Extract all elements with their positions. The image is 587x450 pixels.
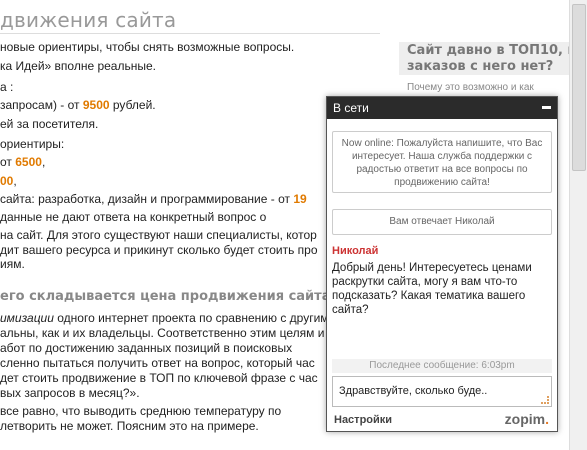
line-text: запросам) - от <box>0 98 83 112</box>
line-text: абот по достижению заданных позиций в по… <box>0 341 293 355</box>
minimize-icon[interactable] <box>542 106 551 109</box>
line-text: дит вашего ресурса и прикинут сколько бу… <box>0 243 318 257</box>
article-line: альны, как и их владельцы. Соответственн… <box>0 326 324 340</box>
article-line: а : <box>0 80 13 94</box>
article-line: запросам) - от 9500 рублей. <box>0 98 156 112</box>
article-subheading: его складывается цена продвижения сайта <box>0 289 331 304</box>
page-scrollbar[interactable] <box>569 0 587 450</box>
line-text: новые ориентиры, чтобы снять возможные в… <box>0 40 295 54</box>
article-line: ка Идей» вполне реальные. <box>0 59 156 73</box>
line-text: а : <box>0 80 14 94</box>
line-text: на сайт. Для этого существуют наши специ… <box>0 228 317 242</box>
article-line: новые ориентиры, чтобы снять возможные в… <box>0 40 294 54</box>
line-text: , <box>41 155 46 169</box>
article-line: сайта: разработка, дизайн и программиров… <box>0 192 307 206</box>
line-text: дет стоить продвижение в ТОП по ключевой… <box>0 371 318 385</box>
last-message-time: Последнее сообщение: 6:03pm <box>332 359 552 373</box>
price-highlight: 9500 <box>82 98 110 112</box>
line-text: ей за посетителя. <box>0 117 99 131</box>
welcome-message: Now online: Пожалуйста напишите, что Вас… <box>332 131 552 193</box>
article-line: на сайт. Для этого существуют наши специ… <box>0 228 317 242</box>
chat-widget: В сети Now online: Пожалуйста напишите, … <box>326 96 558 432</box>
scrollbar-thumb[interactable] <box>572 4 586 171</box>
line-text: сайта: разработка, дизайн и программиров… <box>0 192 294 206</box>
article-line: ей за посетителя. <box>0 117 98 131</box>
agent-name: Николай <box>332 245 379 257</box>
sidebar-promo-title-line2[interactable]: заказов с него нет? <box>407 59 585 75</box>
article-line: дит вашего ресурса и прикинут сколько бу… <box>0 243 318 257</box>
sidebar-promo-title-line1[interactable]: Сайт давно в ТОП10, но <box>407 43 585 59</box>
chat-footer: Настройки zopim. <box>327 410 557 430</box>
article-line: данные не дают ответа на конкретный вопр… <box>0 210 266 224</box>
sidebar-promo-text: Почему это возможно и как <box>407 82 534 93</box>
price-highlight: 6500 <box>15 155 42 169</box>
chat-input-value[interactable]: Здравствуйте, сколько буде.. <box>339 385 487 397</box>
page-title: движения сайта <box>0 8 177 32</box>
article-line: от 6500, <box>0 155 45 169</box>
settings-link[interactable]: Настройки <box>334 414 392 426</box>
article-line: имизации одного интернет проекта по срав… <box>0 311 329 325</box>
line-text: , <box>13 174 17 188</box>
line-text: сленно пытаться получить ответ на вопрос… <box>0 356 315 370</box>
line-text: одного интернет проекта по сравнению с д… <box>53 311 329 325</box>
article-line: иям. <box>0 257 25 271</box>
price-highlight: 00 <box>0 174 14 188</box>
article-line: дет стоить продвижение в ТОП по ключевой… <box>0 371 318 385</box>
italic-text: имизации <box>0 311 54 325</box>
line-text: ка Идей» вполне реальные. <box>0 59 156 73</box>
price-highlight: 19 <box>293 192 307 206</box>
title-divider <box>0 33 380 34</box>
line-text: иям. <box>0 257 25 271</box>
chat-message-input[interactable]: Здравствуйте, сколько буде.. <box>332 376 552 407</box>
line-text: ориентиры: <box>0 137 65 151</box>
zopim-logo[interactable]: zopim. <box>505 411 549 427</box>
agent-assigned-notice: Вам отвечает Николай <box>332 209 552 235</box>
line-text: летворить не может. Поясним это на приме… <box>0 419 259 433</box>
line-text: от <box>0 155 16 169</box>
line-text: вых запросов в месяц?». <box>0 386 140 400</box>
chat-header[interactable]: В сети <box>327 97 557 119</box>
sidebar-promo-title[interactable]: Сайт давно в ТОП10, но заказов с него не… <box>407 43 585 75</box>
article-line: сленно пытаться получить ответ на вопрос… <box>0 356 315 370</box>
article-line: 00, <box>0 174 17 188</box>
agent-message: Добрый день! Интересуетесь ценами раскру… <box>332 262 532 316</box>
article-line: все равно, что выводить среднюю температ… <box>0 404 281 418</box>
brand-name[interactable]: zopim <box>505 411 545 427</box>
resize-handle-icon[interactable] <box>541 396 549 404</box>
line-text: данные не дают ответа на конкретный вопр… <box>0 210 267 224</box>
article-line: абот по достижению заданных позиций в по… <box>0 341 292 355</box>
article-line: летворить не может. Поясним это на приме… <box>0 419 259 433</box>
line-text: альны, как и их владельцы. Соответственн… <box>0 326 325 340</box>
article-line: вых запросов в месяц?». <box>0 386 140 400</box>
brand-dot-icon: . <box>545 411 549 427</box>
line-text: все равно, что выводить среднюю температ… <box>0 404 282 418</box>
line-text: рублей. <box>109 98 156 112</box>
article-line: ориентиры: <box>0 137 64 151</box>
chat-status: В сети <box>333 101 369 115</box>
